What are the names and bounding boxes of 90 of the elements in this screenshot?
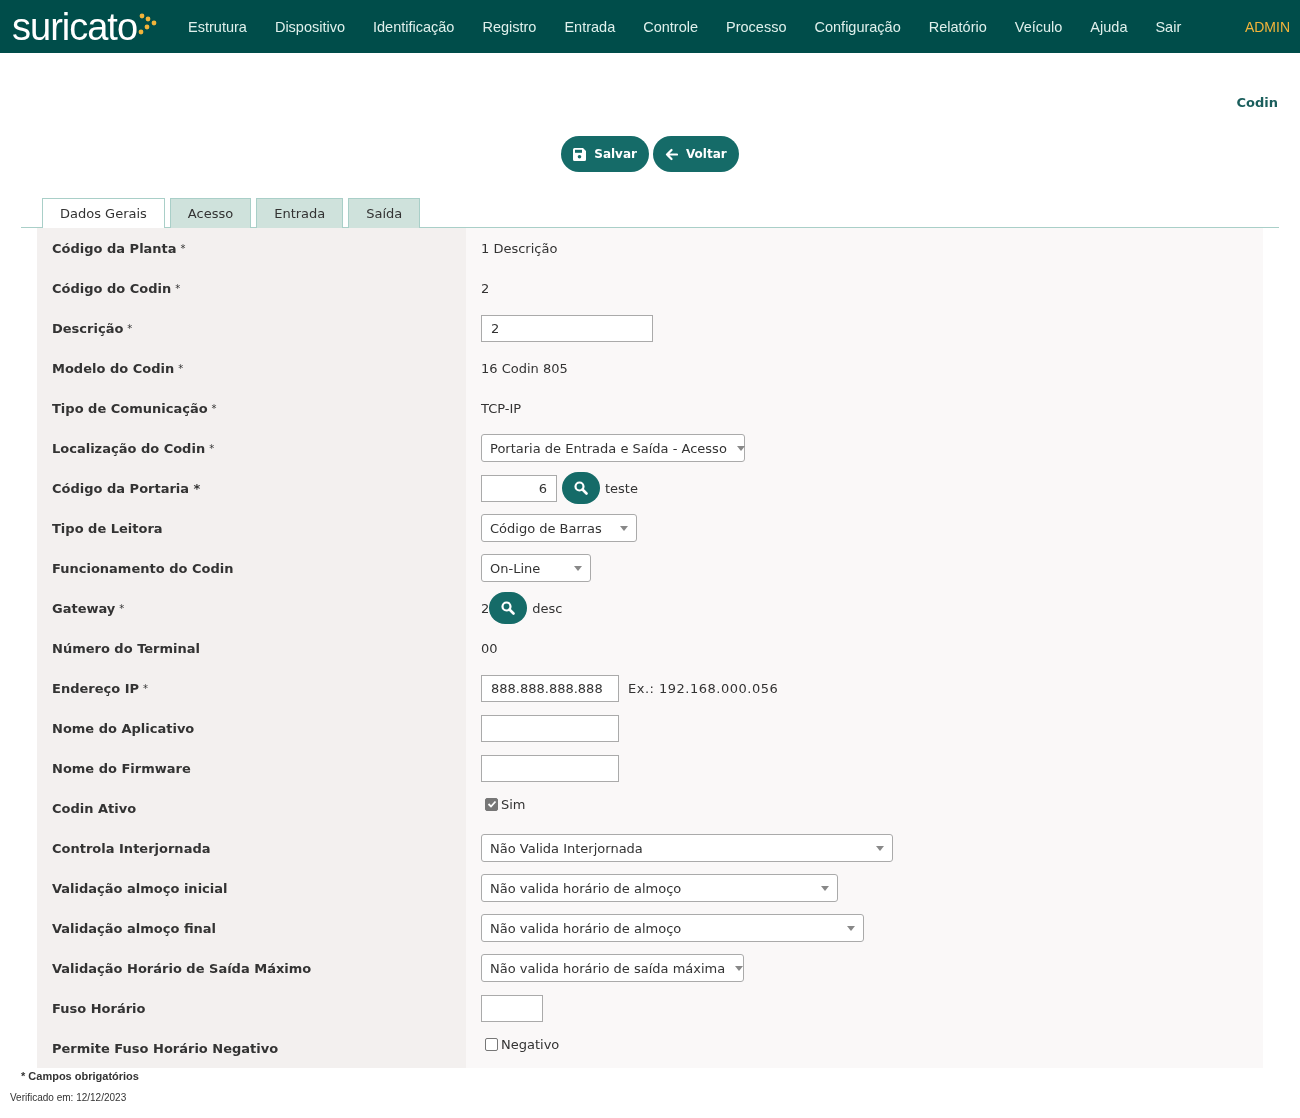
caret-icon bbox=[620, 525, 628, 531]
caret-icon bbox=[847, 925, 855, 931]
field-label: Código do Codin bbox=[52, 280, 172, 296]
field-label: Descrição bbox=[52, 320, 124, 336]
tab[interactable]: Saída bbox=[348, 198, 421, 228]
caret-icon bbox=[574, 565, 582, 571]
tab[interactable]: Acesso bbox=[169, 198, 252, 228]
checkbox[interactable] bbox=[485, 1037, 498, 1051]
field-label: Validação almoço inicial bbox=[52, 880, 228, 896]
required-mark: * bbox=[143, 682, 148, 694]
search-button[interactable] bbox=[562, 472, 600, 504]
required-mark: * bbox=[127, 322, 133, 334]
nav-menu-item[interactable]: Configuração bbox=[800, 18, 915, 35]
required-mark: * bbox=[178, 362, 184, 374]
field-label: Nome do Aplicativo bbox=[52, 720, 195, 736]
field-label: Modelo do Codin bbox=[52, 360, 175, 376]
back-button[interactable]: Voltar bbox=[652, 136, 739, 172]
nav-menu-item[interactable]: Processo bbox=[712, 18, 801, 35]
field-label: Tipo de Leitora bbox=[52, 520, 163, 536]
field-value: 2 bbox=[481, 280, 490, 296]
checkbox[interactable] bbox=[485, 797, 498, 811]
nav-menu-item[interactable]: Sair bbox=[1141, 18, 1196, 35]
nav-menu-item[interactable]: Registro bbox=[468, 18, 551, 35]
logo[interactable]: suricato bbox=[12, 7, 161, 46]
field-label: Permite Fuso Horário Negativo bbox=[52, 1040, 279, 1056]
field-label: Código da Portaria * bbox=[52, 480, 201, 496]
nav-menu-item[interactable]: Dispositivo bbox=[260, 18, 359, 35]
save-button[interactable]: Salvar bbox=[561, 136, 649, 172]
checkbox-label: Sim bbox=[501, 796, 526, 812]
select-field[interactable]: Código de Barras bbox=[481, 514, 637, 542]
input-field[interactable] bbox=[481, 754, 619, 782]
footnote: * Campos obrigatórios bbox=[20, 1069, 140, 1082]
tab[interactable]: Entrada bbox=[256, 198, 344, 228]
select-field[interactable]: On-Line bbox=[481, 554, 591, 582]
search-icon bbox=[574, 481, 588, 495]
input-field[interactable]: 2 bbox=[481, 314, 653, 342]
nav-menu-item[interactable]: Entrada bbox=[550, 18, 630, 35]
input-field[interactable] bbox=[481, 994, 543, 1022]
field-value: TCP-IP bbox=[481, 400, 522, 416]
field-label: Funcionamento do Codin bbox=[52, 560, 234, 576]
nav-menu-item[interactable]: Identificação bbox=[359, 18, 469, 35]
field-label: Tipo de Comunicação bbox=[52, 400, 208, 416]
nav-menu-item[interactable]: Estrutura bbox=[174, 18, 261, 35]
arrow-left-icon bbox=[664, 147, 678, 161]
hint-text: Ex.: 192.168.000.056 bbox=[628, 680, 779, 696]
required-mark: * bbox=[175, 282, 181, 294]
verified-date: Verificado em: 12/12/2023 bbox=[9, 1091, 128, 1103]
nav-menu-item[interactable]: Controle bbox=[629, 18, 713, 35]
search-icon bbox=[501, 601, 516, 615]
field-value: 2 bbox=[481, 600, 490, 616]
field-value: 16 Codin 805 bbox=[481, 360, 568, 376]
nav-menu-item[interactable]: Relatório bbox=[914, 18, 1001, 35]
user-name[interactable]: ADMIN bbox=[1236, 18, 1290, 35]
caret-icon bbox=[736, 445, 745, 451]
required-mark: * bbox=[119, 602, 125, 614]
select-field[interactable]: Portaria de Entrada e Saída - Acesso bbox=[481, 434, 745, 462]
field-label: Validação Horário de Saída Máximo bbox=[52, 960, 312, 976]
field-value: 1 Descrição bbox=[481, 240, 558, 256]
select-field[interactable]: Não valida horário de saída máxima bbox=[481, 954, 744, 982]
nav-menu-item[interactable]: Veículo bbox=[1000, 18, 1077, 35]
field-label: Endereço IP bbox=[52, 680, 139, 696]
select-field[interactable]: Não valida horário de almoço bbox=[481, 874, 838, 902]
required-mark: * bbox=[209, 442, 215, 454]
search-button[interactable] bbox=[489, 592, 528, 624]
field-label: Gateway bbox=[52, 600, 116, 616]
required-mark: * bbox=[211, 402, 217, 414]
field-label: Nome do Firmware bbox=[52, 760, 191, 776]
field-label: Codin Ativo bbox=[52, 800, 137, 816]
field-label: Localização do Codin bbox=[52, 440, 206, 456]
caret-icon bbox=[735, 965, 744, 971]
field-label: Número do Terminal bbox=[52, 640, 200, 656]
nav-menu-item[interactable]: Ajuda bbox=[1076, 18, 1142, 35]
input-field[interactable]: 6 bbox=[481, 474, 557, 502]
lookup-description: teste bbox=[605, 480, 638, 496]
input-field[interactable] bbox=[481, 714, 619, 742]
lookup-description: desc bbox=[532, 600, 563, 616]
checkbox-label: Negativo bbox=[501, 1036, 560, 1052]
caret-icon bbox=[821, 885, 829, 891]
page-title: Codin bbox=[1236, 95, 1278, 110]
field-label: Validação almoço final bbox=[52, 920, 217, 936]
field-label: Código da Planta bbox=[52, 240, 177, 256]
field-value: 00 bbox=[481, 640, 498, 656]
select-field[interactable]: Não valida horário de almoço bbox=[481, 914, 864, 942]
tab[interactable]: Dados Gerais bbox=[42, 198, 165, 228]
required-mark: * bbox=[180, 242, 186, 254]
field-label: Controla Interjornada bbox=[52, 840, 211, 856]
field-label: Fuso Horário bbox=[52, 1000, 146, 1016]
select-field[interactable]: Não Valida Interjornada bbox=[481, 834, 893, 862]
input-field[interactable]: 888.888.888.888 bbox=[481, 674, 619, 702]
caret-icon bbox=[876, 845, 884, 851]
